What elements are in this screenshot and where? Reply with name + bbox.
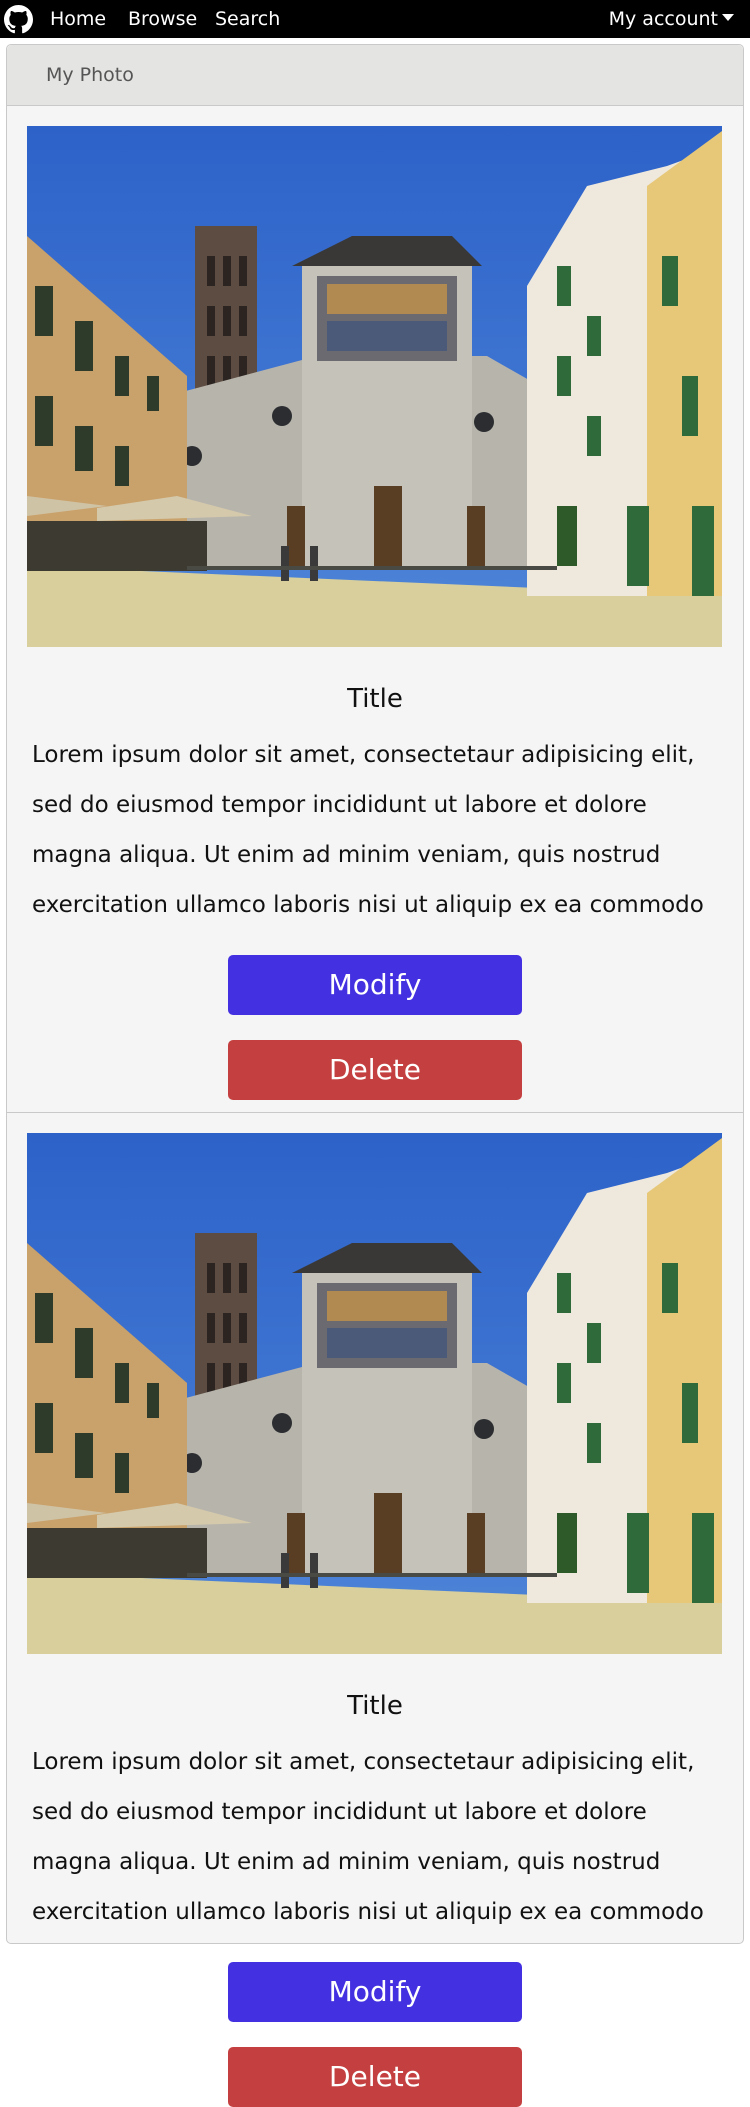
github-logo-icon[interactable] bbox=[4, 5, 33, 34]
photo-image[interactable] bbox=[27, 1133, 722, 1654]
photo-card: Title Lorem ipsum dolor sit amet, consec… bbox=[7, 106, 743, 1113]
photo-image-graphic bbox=[27, 1133, 722, 1654]
modify-button[interactable]: Modify bbox=[228, 955, 522, 1015]
caret-down-icon bbox=[722, 14, 734, 21]
photo-card: Title Lorem ipsum dolor sit amet, consec… bbox=[7, 1113, 743, 2107]
modify-button[interactable]: Modify bbox=[228, 1962, 522, 2022]
photo-image[interactable] bbox=[27, 126, 722, 647]
photo-title: Title bbox=[347, 684, 403, 714]
photo-description: Lorem ipsum dolor sit amet, consectetaur… bbox=[32, 742, 704, 918]
photo-image-graphic bbox=[27, 126, 722, 647]
panel-title: My Photo bbox=[7, 45, 743, 106]
top-navbar: Home Browse Search My account bbox=[0, 0, 750, 38]
photo-title: Title bbox=[347, 1691, 403, 1721]
my-account-dropdown[interactable]: My account bbox=[609, 0, 734, 38]
nav-search-link[interactable]: Search bbox=[215, 0, 280, 38]
my-photo-panel: My Photo Title Lorem ipsum dolor sit ame… bbox=[6, 44, 744, 2107]
photo-description: Lorem ipsum dolor sit amet, consectetaur… bbox=[32, 1749, 704, 1925]
delete-button[interactable]: Delete bbox=[228, 2047, 522, 2107]
nav-home-link[interactable]: Home bbox=[50, 0, 106, 38]
my-account-label: My account bbox=[608, 8, 718, 30]
nav-browse-link[interactable]: Browse bbox=[128, 0, 197, 38]
delete-button[interactable]: Delete bbox=[228, 1040, 522, 1100]
